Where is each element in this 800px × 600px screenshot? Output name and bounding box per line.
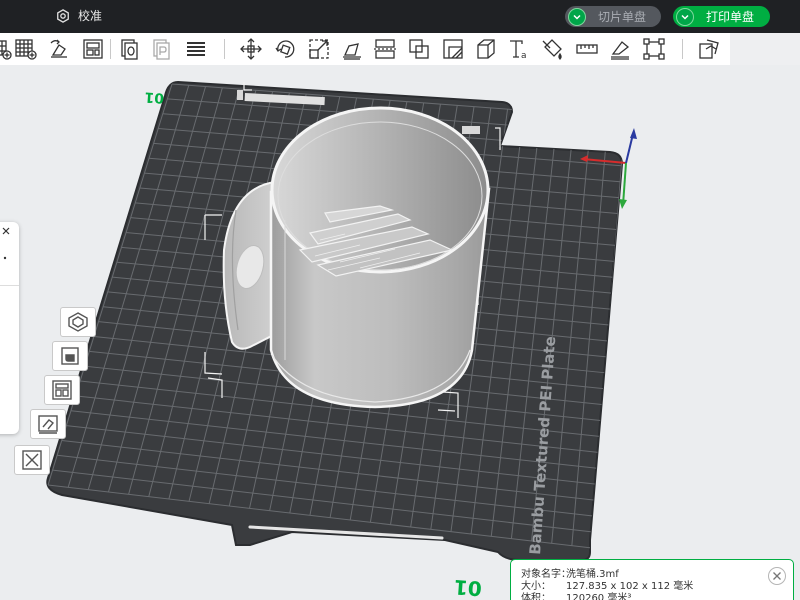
- plate-corner-marker: [237, 90, 243, 100]
- z-axis-arrow: [625, 133, 634, 164]
- y-axis-arrow-head: [619, 199, 627, 209]
- print-plate-button[interactable]: 打印单盘: [673, 6, 770, 27]
- svg-text:a: a: [521, 51, 527, 61]
- y-axis-arrow: [622, 162, 627, 206]
- ruler-icon[interactable]: [574, 36, 600, 62]
- 3d-viewport[interactable]: 01 01 Bambu Textured PEI Plate: [0, 65, 800, 600]
- plate-settings-icon: [38, 415, 58, 434]
- close-icon: [773, 572, 781, 580]
- arrange-plate-icon: [52, 380, 72, 400]
- support-paint-icon[interactable]: [440, 36, 466, 62]
- toolbar-separator: [110, 39, 111, 59]
- rotate-icon[interactable]: [272, 36, 298, 62]
- close-icon[interactable]: [2, 227, 10, 235]
- tab-calibration[interactable]: 校准: [56, 7, 102, 24]
- seam-paint-icon[interactable]: [607, 36, 633, 62]
- remove-plate-icon: [22, 450, 42, 470]
- toolbar-separator: [682, 39, 683, 59]
- plate-number-flipped: 01: [453, 575, 482, 600]
- z-axis-arrow-head: [630, 128, 637, 139]
- orient-icon: [68, 312, 88, 332]
- slice-plate-tool-button[interactable]: [52, 341, 88, 371]
- object-info-box: 对象名字： 洗笔桶.3mf 大小： 127.835 x 102 x 112 毫米…: [510, 559, 794, 600]
- main-toolbar: a: [0, 33, 730, 65]
- mug-model[interactable]: [269, 106, 491, 409]
- info-close-button[interactable]: [768, 567, 786, 585]
- measure-shape-icon[interactable]: [473, 36, 499, 62]
- add-plate-icon[interactable]: [13, 36, 39, 62]
- calibration-icon: [57, 8, 69, 23]
- orient-plate-button[interactable]: [60, 307, 96, 337]
- build-scene[interactable]: 01 01 Bambu Textured PEI Plate: [0, 65, 800, 600]
- plate-qr-marker: [462, 126, 480, 134]
- slice-plate-label: 切片单盘: [598, 10, 647, 24]
- slice-dropdown-chevron-icon[interactable]: [568, 7, 586, 26]
- tab-calibration-label: 校准: [78, 9, 103, 23]
- text-icon[interactable]: a: [506, 36, 532, 62]
- layers-icon[interactable]: [183, 36, 209, 62]
- slice-plate-icon: [61, 347, 79, 365]
- split-parts-icon[interactable]: [150, 36, 176, 62]
- panel-dot-icon: [3, 256, 7, 260]
- arrange-icon[interactable]: [80, 36, 106, 62]
- add-object-icon[interactable]: [0, 36, 14, 62]
- print-plate-label: 打印单盘: [706, 10, 755, 24]
- view-assembly-icon[interactable]: [696, 36, 722, 62]
- object-volume-key: 体积：: [521, 593, 551, 600]
- plate-number: 01: [144, 88, 165, 105]
- assembly-icon[interactable]: [641, 36, 667, 62]
- object-list-panel[interactable]: [0, 222, 19, 434]
- scale-icon[interactable]: [306, 36, 332, 62]
- move-icon[interactable]: [238, 36, 264, 62]
- boolean-icon[interactable]: [406, 36, 432, 62]
- toolbar-separator: [224, 39, 225, 59]
- panel-divider: [0, 285, 19, 286]
- print-dropdown-chevron-icon[interactable]: [676, 7, 694, 26]
- plate-settings-button[interactable]: [30, 409, 66, 439]
- split-objects-icon[interactable]: [118, 36, 144, 62]
- lay-on-face-icon[interactable]: [339, 36, 365, 62]
- title-bar: 校准 切片单盘 打印单盘: [0, 0, 800, 33]
- arrange-plate-button[interactable]: [44, 375, 80, 405]
- auto-orient-icon[interactable]: [46, 36, 72, 62]
- slice-plate-button[interactable]: 切片单盘: [565, 6, 661, 27]
- object-volume-value: 120260 毫米³: [566, 593, 632, 600]
- remove-plate-button[interactable]: [14, 445, 50, 475]
- object-volume-row: 体积： 120260 毫米³: [521, 589, 631, 600]
- cut-icon[interactable]: [372, 36, 398, 62]
- color-paint-icon[interactable]: [540, 36, 566, 62]
